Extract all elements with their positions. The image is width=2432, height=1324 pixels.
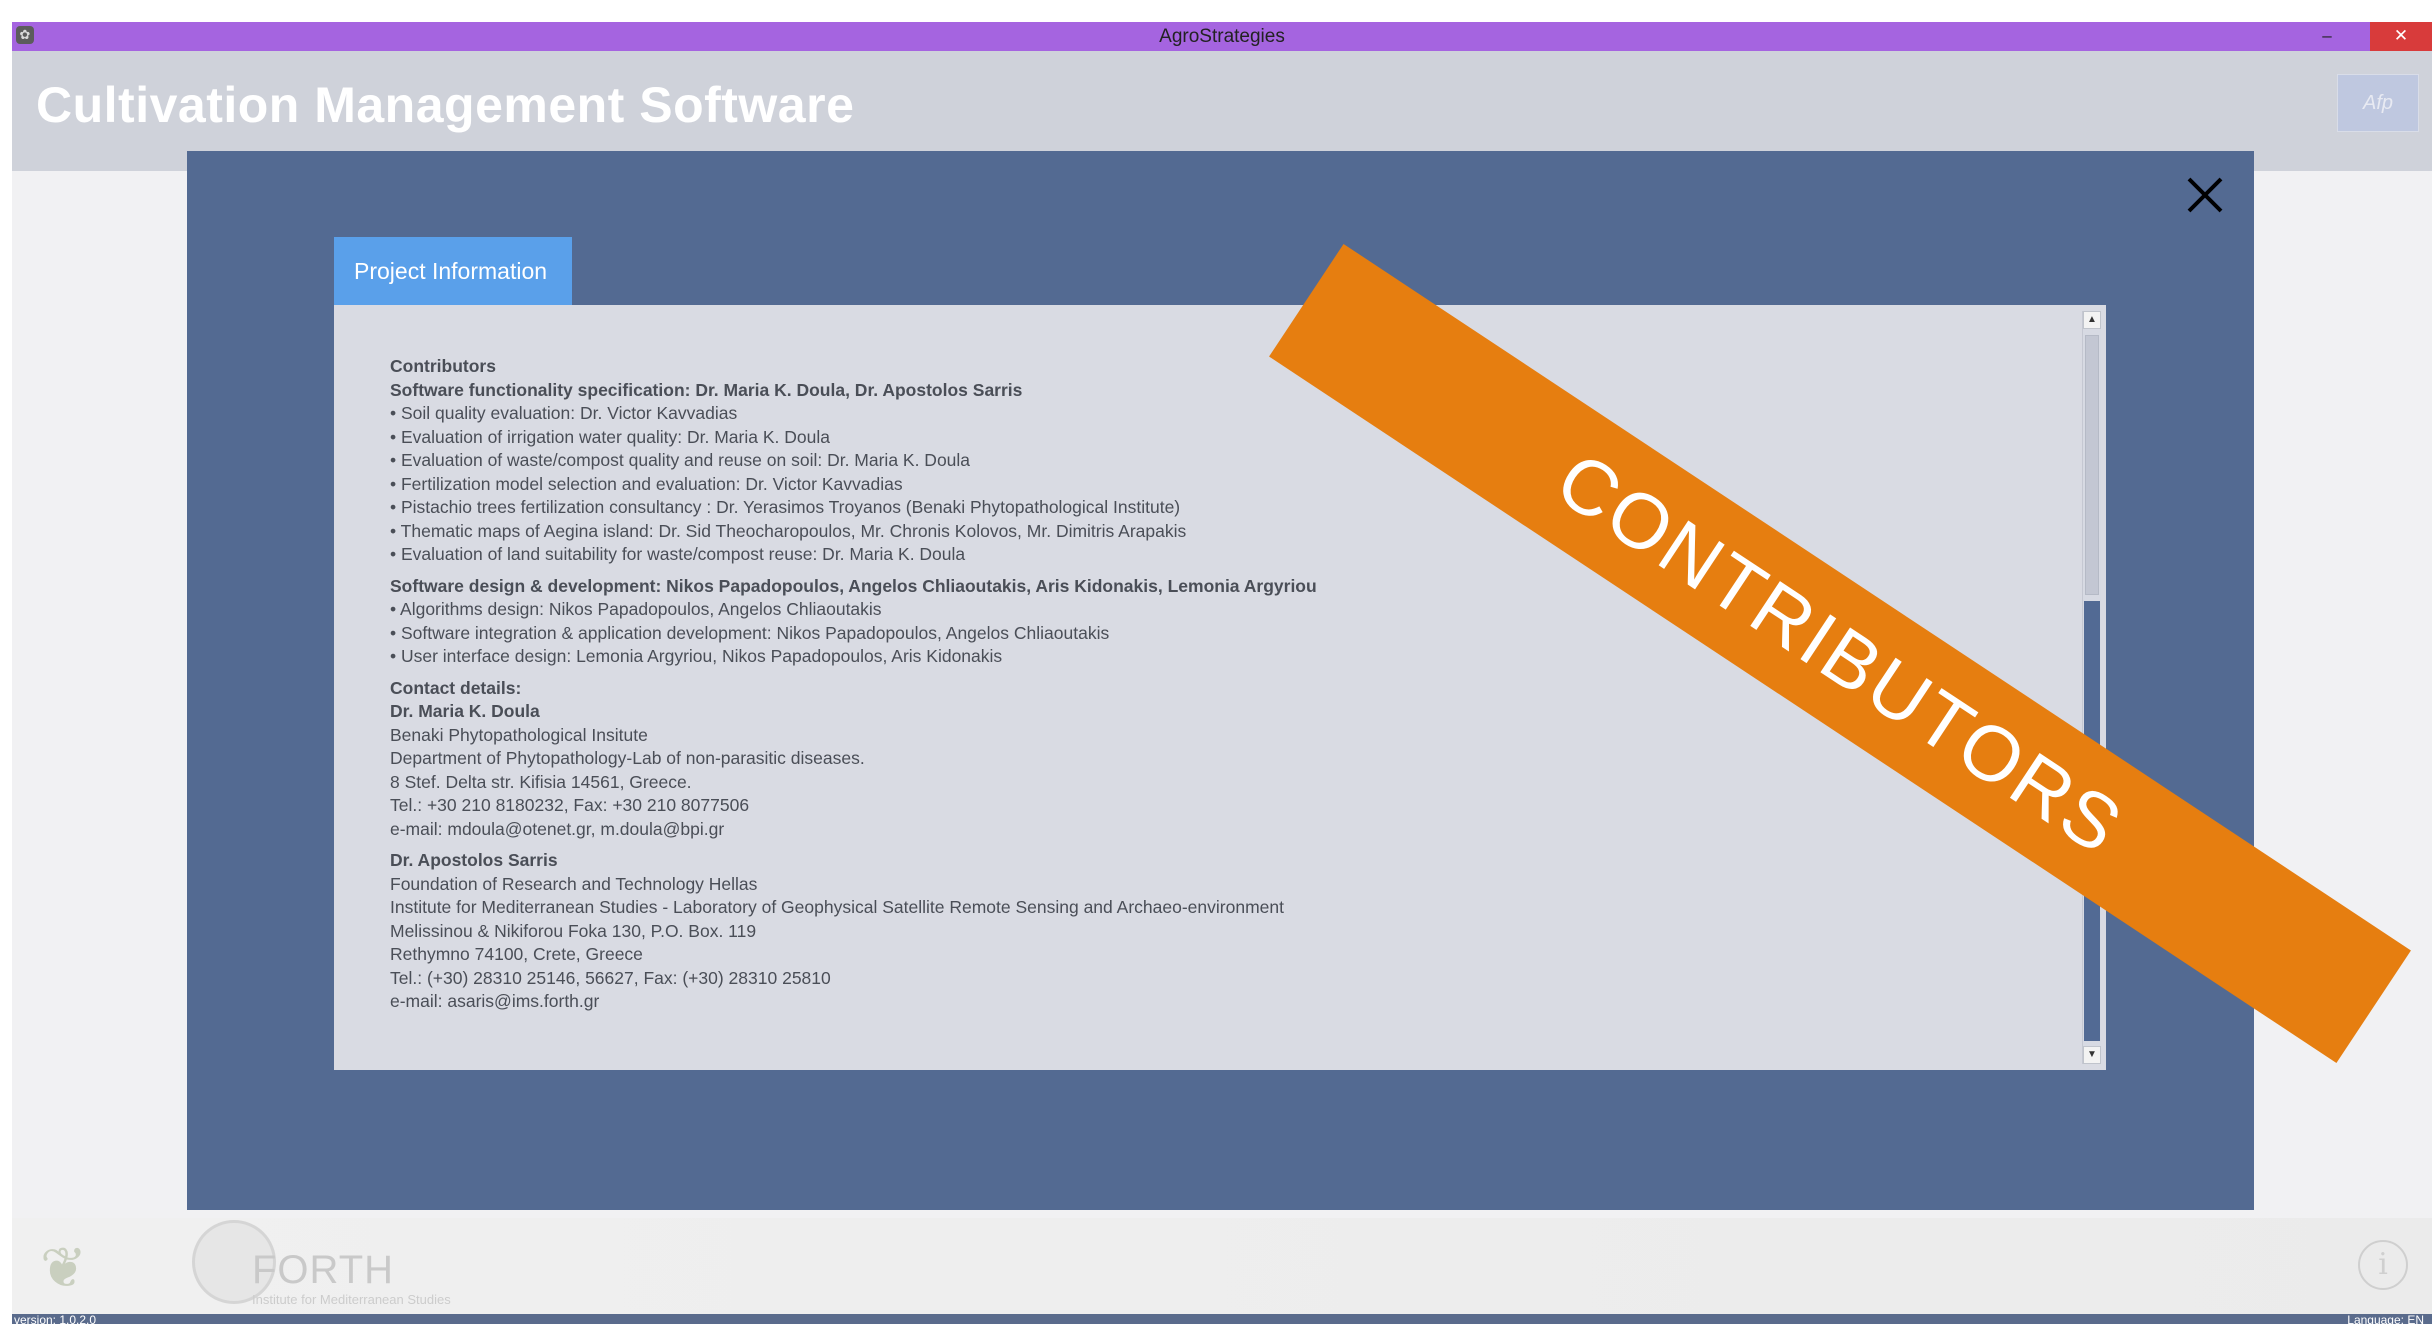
contact-email: e-mail: mdoula@otenet.gr, m.doula@bpi.gr <box>390 818 725 839</box>
contact-line: Melissinou & Nikiforou Foka 130, P.O. Bo… <box>390 920 757 941</box>
contact-name: Dr. Apostolos Sarris <box>390 850 558 870</box>
minimize-button[interactable]: – <box>2302 22 2352 51</box>
contact-line: Institute for Mediterranean Studies - La… <box>390 897 1284 917</box>
contact-line: Foundation of Research and Technology He… <box>390 873 758 894</box>
contact-line: Rethymno 74100, Crete, Greece <box>390 944 643 964</box>
contact-line: Benaki Phytopathological Insitute <box>390 724 648 745</box>
title-bar: ✿ AgroStrategies – ❐ ✕ <box>12 22 2432 51</box>
contact-line: Department of Phytopathology-Lab of non-… <box>390 748 865 768</box>
forth-logo: FORTH <box>252 1248 395 1292</box>
forth-subtitle: Institute for Mediterranean Studies <box>252 1292 451 1307</box>
tab-project-information[interactable]: Project Information <box>334 237 572 305</box>
scroll-thumb[interactable] <box>2085 335 2099 595</box>
plant-logo-icon: ❦ <box>40 1236 87 1299</box>
status-bar: version: 1.0.2.0 Language: EN <box>12 1314 2432 1324</box>
language-label[interactable]: Language: EN <box>2347 1314 2424 1324</box>
list-item: • Software integration & application dev… <box>390 622 1110 643</box>
close-window-button[interactable]: ✕ <box>2370 22 2432 51</box>
contact-name: Dr. Maria K. Doula <box>390 701 540 721</box>
close-icon[interactable] <box>2181 171 2229 219</box>
version-label: version: 1.0.2.0 <box>14 1314 97 1324</box>
contributors-text: Contributors Software functionality spec… <box>390 355 1890 1014</box>
contact-line: 8 Stef. Delta str. Kifisia 14561, Greece… <box>390 771 692 792</box>
window-title: AgroStrategies <box>1159 26 1285 47</box>
scroll-up-button[interactable]: ▲ <box>2083 311 2101 329</box>
contact-title: Contact details: <box>390 677 522 698</box>
contact-line: Tel.: (+30) 28310 25146, 56627, Fax: (+3… <box>390 967 831 988</box>
contributors-heading: Contributors <box>390 356 496 376</box>
list-item: • Evaluation of irrigation water quality… <box>390 426 830 447</box>
app-window: ✿ AgroStrategies – ❐ ✕ Cultivation Manag… <box>12 22 2432 1324</box>
list-item: • Soil quality evaluation: Dr. Victor Ka… <box>390 403 738 423</box>
spec-title: Software functionality specification: Dr… <box>390 379 1023 400</box>
list-item: • User interface design: Lemonia Argyrio… <box>390 646 1003 666</box>
info-icon[interactable]: i <box>2358 1240 2408 1290</box>
vertical-scrollbar[interactable]: ▲ ▼ <box>2082 311 2101 1064</box>
eu-logo: Afp <box>2337 74 2419 132</box>
contact-email: e-mail: asaris@ims.forth.gr <box>390 991 600 1011</box>
scroll-down-button[interactable]: ▼ <box>2083 1046 2101 1064</box>
app-title: Cultivation Management Software <box>36 77 855 133</box>
contact-line: Tel.: +30 210 8180232, Fax: +30 210 8077… <box>390 795 750 815</box>
